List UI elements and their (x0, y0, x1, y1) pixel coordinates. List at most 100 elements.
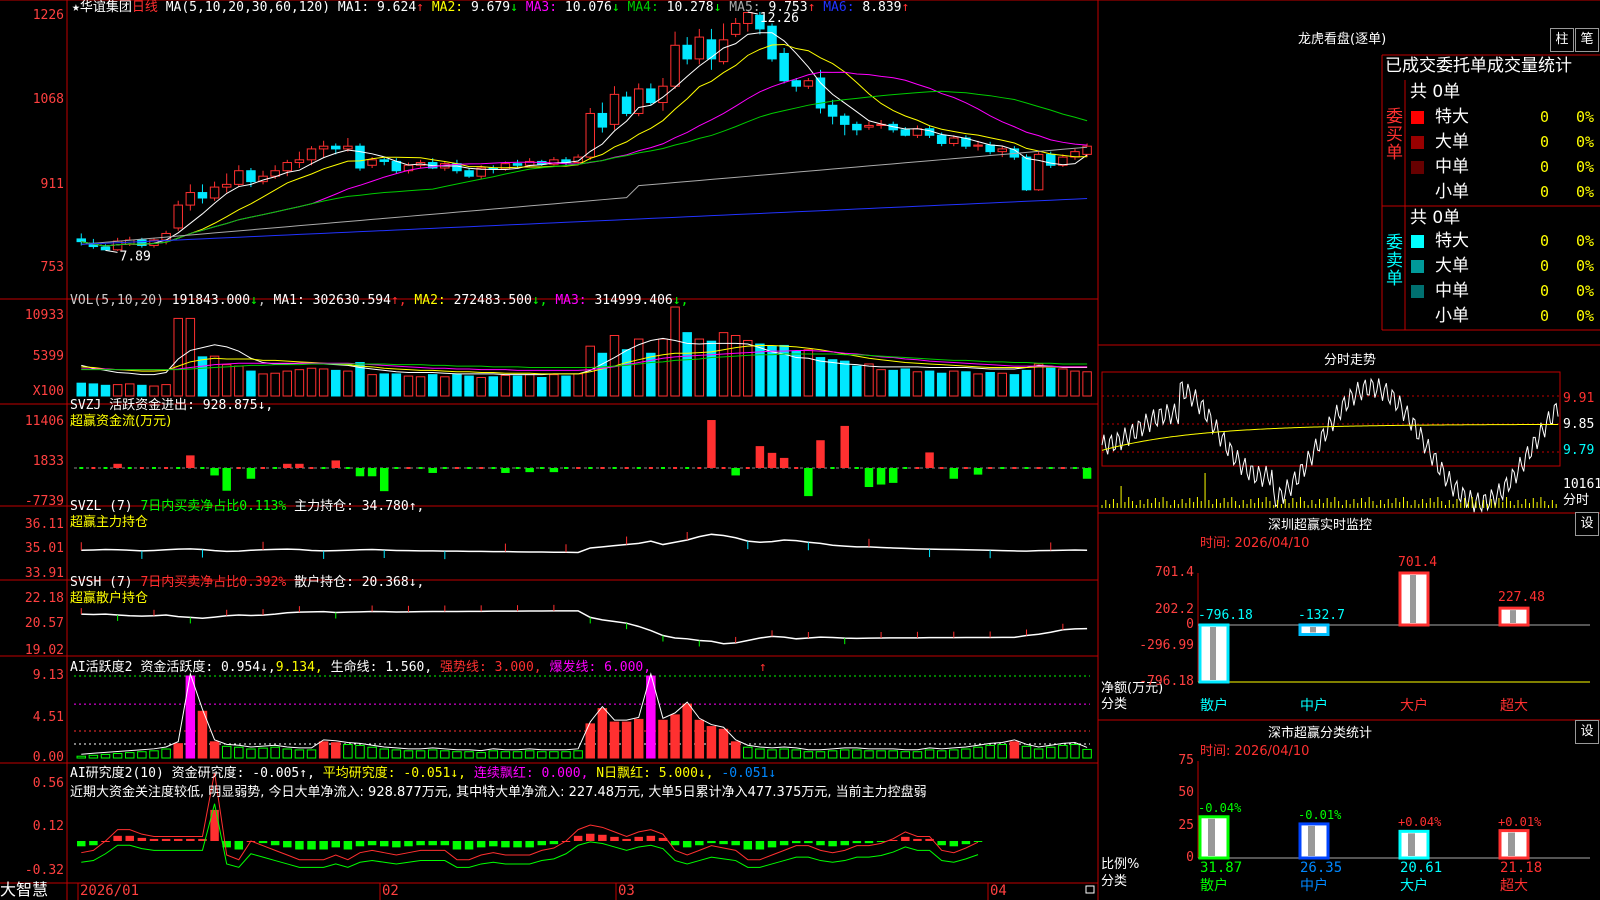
x-axis-label: 03 (618, 883, 635, 899)
research-bar (610, 836, 619, 841)
flow-tick (236, 467, 241, 469)
ma-arrow-ma3: ↓ (611, 0, 620, 15)
flow-bar (888, 468, 898, 483)
activity-bar (537, 751, 547, 759)
vol-ma-arrow-ma3: ↓, (672, 293, 689, 308)
activity-bar (1045, 746, 1056, 759)
szcls-category-label: 超大 (1500, 878, 1528, 894)
ma-label-ma3: MA3: (517, 0, 565, 15)
volume-bar (827, 359, 838, 397)
volume-bar (246, 370, 256, 397)
volume-bar (888, 369, 898, 397)
period-label[interactable]: 日线 (132, 0, 158, 15)
flow-tick (103, 467, 108, 469)
candle-body (767, 25, 777, 60)
volume-bar (149, 385, 159, 397)
svsh-header: SVSH (7) 7日内买卖净占比0.392% 散户持仓: 20.368↓, 超… (70, 575, 424, 607)
main-header: ★华谊集团日线 MA(5,10,20,30,60,120) MA1: 9.624… (72, 0, 909, 16)
candle-body (379, 159, 389, 162)
szcls-settings-button[interactable]: 设 (1575, 720, 1599, 744)
flow-tick (345, 467, 350, 469)
tick-view-button[interactable]: 笔 (1575, 28, 1599, 52)
activity-bar (149, 750, 159, 759)
flow-tick (479, 467, 484, 469)
stock-name: 华谊集团 (79, 0, 132, 15)
candle-body (391, 160, 402, 172)
szmon-value-label: 701.4 (1398, 555, 1438, 570)
fenshi-vol-unit: 分时 (1563, 493, 1590, 508)
sell-row-count: 0 (1540, 282, 1550, 300)
candle-body (318, 145, 329, 150)
buy-row-pct: 0% (1576, 108, 1595, 126)
flow-tick (176, 467, 181, 469)
svzj-header: SVZJ 活跃资金进出: 928.875↓, 超赢资金流(万元) (70, 398, 273, 430)
ai1-arrow: ↑ (758, 660, 767, 675)
activity-bar (803, 751, 814, 759)
volume-bar (440, 376, 450, 397)
volume-bar (573, 373, 583, 397)
flow-tick (91, 467, 96, 469)
szmon-settings-button[interactable]: 设 (1575, 512, 1599, 536)
bar-view-button[interactable]: 柱 (1550, 28, 1574, 52)
ma-value-ma4: 10.278 (666, 0, 714, 15)
research-bar (840, 841, 849, 846)
flow-tick (1024, 467, 1029, 469)
candle-body (1021, 156, 1032, 191)
buy-row-name: 中单 (1435, 157, 1469, 177)
flow-tick (151, 467, 156, 469)
retail-position-line (81, 610, 1088, 645)
volume-bar (76, 382, 87, 397)
flow-tick (830, 467, 835, 469)
research-bar (937, 841, 946, 846)
ai2-item5: -0.051↓ (721, 766, 777, 781)
buy-row-count: 0 (1540, 158, 1550, 176)
vol-axis-label: X100 (32, 384, 64, 399)
activity-bar (779, 748, 789, 759)
x-axis-label: 02 (382, 883, 399, 899)
sell-row-name: 小单 (1435, 306, 1469, 326)
sell-row-name: 大单 (1435, 256, 1469, 276)
flow-bar (779, 457, 789, 468)
research-bar (295, 841, 304, 850)
buy-row-name: 大单 (1435, 132, 1469, 152)
candle-body (100, 246, 111, 251)
candle-body (936, 134, 947, 144)
volume-bar (185, 317, 196, 397)
candle-body (331, 145, 341, 150)
flow-bar (1082, 468, 1092, 479)
flow-tick (1048, 467, 1053, 469)
szcls-value-label: 26.35 (1300, 860, 1343, 876)
sell-row-count: 0 (1540, 257, 1550, 275)
x-axis-label: 04 (990, 883, 1007, 899)
flow-tick (685, 467, 690, 469)
vol-arrow: ↓ (250, 293, 258, 308)
activity-bar (827, 750, 838, 759)
research-bar (186, 838, 195, 841)
volume-bar (864, 363, 874, 397)
szcls-value-label: 21.18 (1500, 860, 1543, 876)
volume-bar (258, 373, 268, 397)
star-icon[interactable]: ★ (72, 0, 80, 15)
volume-bar (597, 352, 608, 397)
svzl-item1: 7日内买卖净占比0.113% (140, 499, 287, 514)
vol-ma-value-ma2: 272483.500 (453, 293, 532, 308)
ma-label-ma6: MA6: (815, 0, 863, 15)
ai1-name: AI活跃度2 (70, 660, 133, 675)
ma-arrow-ma1: ↑ (416, 0, 424, 15)
vol-ma-values: MA1: 302630.594↑, MA2: 272483.500↓, MA3:… (274, 293, 689, 308)
main-chart-area[interactable]: 12.267.89 (0, 0, 1600, 900)
ai2-item1: 资金研究度: -0.005↑, (171, 766, 315, 781)
ai2-header: AI研究度2(10) 资金研究度: -0.005↑, 平均研究度: -0.051… (70, 766, 927, 801)
candle-body (76, 238, 87, 243)
flow-tick (939, 467, 944, 469)
candle-body (197, 192, 208, 199)
activity-bar (1021, 745, 1032, 759)
szcls-axis-label: 50 (1178, 785, 1194, 801)
flow-tick (854, 467, 859, 469)
activity-bar (912, 751, 923, 759)
sell-color-swatch (1411, 235, 1424, 248)
flow-tick (697, 467, 702, 469)
research-bar (949, 841, 959, 847)
sell-row-pct: 0% (1576, 232, 1595, 250)
flow-tick (273, 467, 278, 469)
